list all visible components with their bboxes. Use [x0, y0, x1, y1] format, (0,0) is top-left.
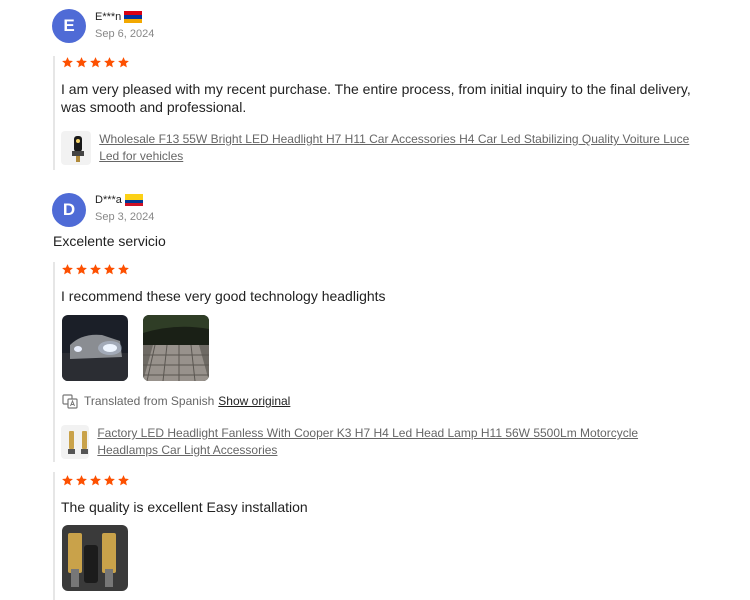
author-name: E***n — [95, 11, 143, 23]
translated-label: Translated from Spanish — [84, 394, 215, 408]
star-icon — [76, 264, 87, 275]
star-icon — [118, 57, 129, 68]
review-date: Sep 3, 2024 — [95, 211, 155, 223]
avatar-initial: E — [63, 16, 75, 35]
colombia-flag-icon — [124, 194, 143, 206]
star-icon — [62, 264, 73, 275]
review-photo[interactable] — [62, 525, 128, 591]
author-label: D***a — [95, 194, 122, 206]
translation-notice: Translated from Spanish Show original — [62, 393, 290, 409]
product-title[interactable]: Wholesale F13 55W Bright LED Headlight H… — [99, 131, 701, 165]
avatar: D — [52, 193, 86, 227]
star-icon — [76, 475, 87, 486]
armenia-flag-icon — [124, 11, 143, 23]
review-photo[interactable] — [143, 315, 209, 381]
review-divider — [53, 262, 55, 462]
avatar: E — [52, 9, 86, 43]
review-text: I recommend these very good technology h… — [61, 288, 386, 304]
product-thumbnail[interactable] — [61, 425, 90, 459]
product-link[interactable]: Factory LED Headlight Fanless With Coope… — [61, 425, 701, 459]
author-name: D***a — [95, 194, 143, 206]
show-original-link[interactable]: Show original — [218, 394, 290, 408]
star-icon — [118, 475, 129, 486]
star-icon — [104, 475, 115, 486]
star-icon — [62, 57, 73, 68]
star-rating — [61, 56, 130, 69]
review-divider — [53, 472, 55, 600]
review-comment: Excelente servicio — [53, 233, 166, 249]
star-icon — [118, 264, 129, 275]
product-link[interactable]: Wholesale F13 55W Bright LED Headlight H… — [61, 131, 701, 165]
star-icon — [62, 475, 73, 486]
star-icon — [90, 57, 101, 68]
review-text: The quality is excellent Easy installati… — [61, 499, 308, 515]
translate-icon — [62, 394, 78, 409]
avatar-initial: D — [62, 200, 76, 219]
review-divider — [53, 56, 55, 170]
star-icon — [90, 264, 101, 275]
star-rating — [61, 263, 130, 276]
star-icon — [104, 264, 115, 275]
review-photo[interactable] — [62, 315, 128, 381]
star-icon — [76, 57, 87, 68]
star-icon — [90, 475, 101, 486]
author-label: E***n — [95, 11, 122, 23]
star-rating — [61, 474, 130, 487]
product-thumbnail[interactable] — [61, 131, 92, 165]
star-icon — [104, 57, 115, 68]
review-text: I am very pleased with my recent purchas… — [61, 81, 691, 115]
review-date: Sep 6, 2024 — [95, 28, 155, 40]
product-title[interactable]: Factory LED Headlight Fanless With Coope… — [97, 425, 701, 459]
